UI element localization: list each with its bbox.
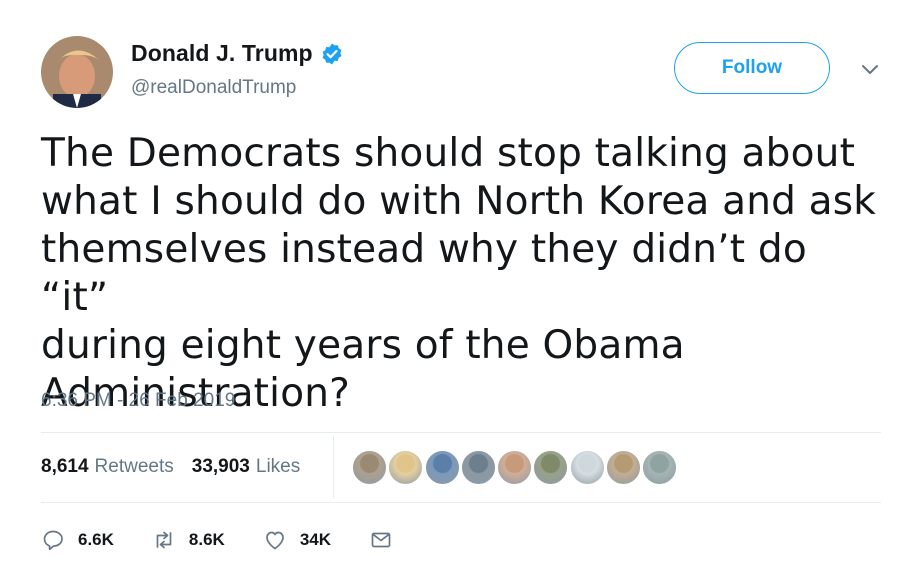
retweet-count: 8.6K [188, 530, 225, 549]
retweet-icon [156, 531, 172, 549]
reply-action[interactable]: 6.6K [41, 528, 114, 552]
message-action[interactable] [369, 528, 406, 552]
liker-avatar[interactable] [606, 450, 642, 485]
liker-avatar[interactable] [460, 450, 496, 485]
liker-avatar[interactable] [569, 450, 605, 485]
likes-count: 33,903 [191, 456, 250, 477]
liker-avatar[interactable] [533, 450, 569, 485]
action-bar: 6.6K 8.6K 34K [41, 522, 444, 558]
envelope-icon [371, 532, 391, 548]
divider-bottom [41, 502, 881, 503]
heart-icon [265, 531, 284, 550]
liker-avatar[interactable] [424, 450, 460, 485]
likes-stat[interactable]: 33,903 Likes [192, 456, 300, 478]
like-count: 34K [299, 530, 332, 549]
tweet-timestamp[interactable]: 6:36 PM - 26 Feb 2019 [41, 390, 235, 412]
profile-avatar[interactable] [41, 36, 113, 108]
liker-avatar[interactable] [642, 450, 678, 485]
verified-badge-icon [320, 42, 344, 66]
stats-row: 8,614 Retweets 33,903 Likes [41, 432, 318, 502]
like-action[interactable]: 34K [263, 528, 331, 552]
liker-avatar[interactable] [388, 450, 424, 485]
tweet-text: The Democrats should stop talking about … [41, 131, 877, 416]
liker-avatar[interactable] [352, 450, 387, 485]
reply-count: 6.6K [78, 530, 114, 549]
retweets-stat[interactable]: 8,614 Retweets [41, 456, 174, 478]
retweets-label: Retweets [94, 456, 174, 477]
name-row[interactable]: Donald J. Trump [131, 40, 344, 67]
stats-separator [333, 436, 334, 498]
tweet-card: Donald J. Trump @realDonaldTrump Follow … [0, 0, 916, 576]
likes-label: Likes [255, 456, 301, 477]
display-name[interactable]: Donald J. Trump [131, 40, 313, 67]
retweet-action[interactable]: 8.6K [152, 528, 225, 552]
user-handle[interactable]: @realDonaldTrump [131, 77, 296, 99]
follow-button[interactable]: Follow [674, 42, 830, 94]
retweets-count: 8,614 [41, 456, 89, 477]
chevron-down-icon[interactable] [860, 62, 880, 76]
liker-avatars [352, 450, 679, 485]
liker-avatar[interactable] [497, 450, 533, 485]
reply-icon [43, 530, 63, 551]
